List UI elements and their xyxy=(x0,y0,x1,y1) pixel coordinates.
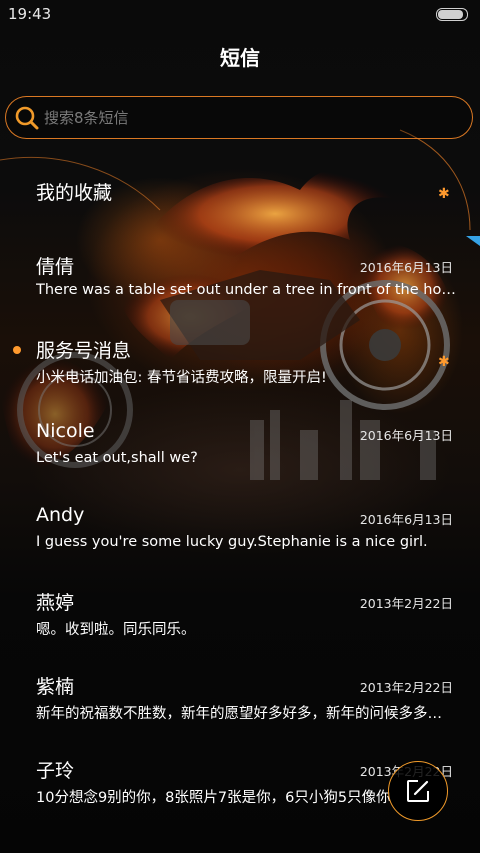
status-bar: 19:43 xyxy=(0,0,480,28)
conversation-preview: 新年的祝福数不胜数，新年的愿望好多好多，新年的问候多多多多 xyxy=(36,706,456,722)
conversation-name: 子玲 xyxy=(36,760,75,782)
compose-icon xyxy=(407,780,429,802)
battery-level xyxy=(438,9,464,19)
conversation-name: 服务号消息 xyxy=(36,340,132,362)
conversation-item[interactable]: 燕婷 2013年2月22日 嗯。收到啦。同乐同乐。 xyxy=(0,588,480,672)
conversation-item[interactable]: Andy 2016年6月13日 I guess you're some luck… xyxy=(0,504,480,588)
conversation-date: 2016年6月13日 xyxy=(359,428,453,443)
conversation-date: 2013年2月22日 xyxy=(359,680,453,695)
unread-dot-icon xyxy=(13,346,21,354)
conversation-name: 倩倩 xyxy=(36,256,75,278)
conversation-name: Andy xyxy=(36,504,85,526)
conversation-item[interactable]: 倩倩 2016年6月13日 There was a table set out … xyxy=(0,252,480,336)
conversation-preview: 嗯。收到啦。同乐同乐。 xyxy=(36,622,196,638)
conversation-preview: 小米电话加油包: 春节省话费攻略，限量开启! xyxy=(36,370,327,386)
status-time: 19:43 xyxy=(8,5,52,23)
search-placeholder: 搜索8条短信 xyxy=(44,109,129,127)
conversation-name: Nicole xyxy=(36,420,95,442)
conversation-item-favorites[interactable]: 我的收藏 xyxy=(0,178,480,262)
conversation-preview: Let's eat out,shall we? xyxy=(36,450,198,466)
conversation-item-service[interactable]: 服务号消息 小米电话加油包: 春节省话费攻略，限量开启! xyxy=(0,336,480,420)
conversation-name: 燕婷 xyxy=(36,592,75,614)
page-title: 短信 xyxy=(220,46,260,70)
conversation-date: 2016年6月13日 xyxy=(359,260,453,275)
conversation-name: 我的收藏 xyxy=(36,182,113,204)
battery-icon xyxy=(436,7,468,21)
conversation-preview: There was a table set out under a tree i… xyxy=(36,282,456,298)
conversation-item[interactable]: Nicole 2016年6月13日 Let's eat out,shall we… xyxy=(0,420,480,504)
conversation-date: 2016年6月13日 xyxy=(359,512,453,527)
conversation-date: 2013年2月22日 xyxy=(359,596,453,611)
conversation-name: 紫楠 xyxy=(36,676,75,698)
compose-button[interactable] xyxy=(388,761,448,821)
search-input[interactable]: 搜索8条短信 xyxy=(5,96,473,139)
conversation-preview: I guess you're some lucky guy.Stephanie … xyxy=(36,534,428,550)
search-icon xyxy=(15,106,39,129)
conversation-item[interactable]: 紫楠 2013年2月22日 新年的祝福数不胜数，新年的愿望好多好多，新年的问候多… xyxy=(0,672,480,756)
